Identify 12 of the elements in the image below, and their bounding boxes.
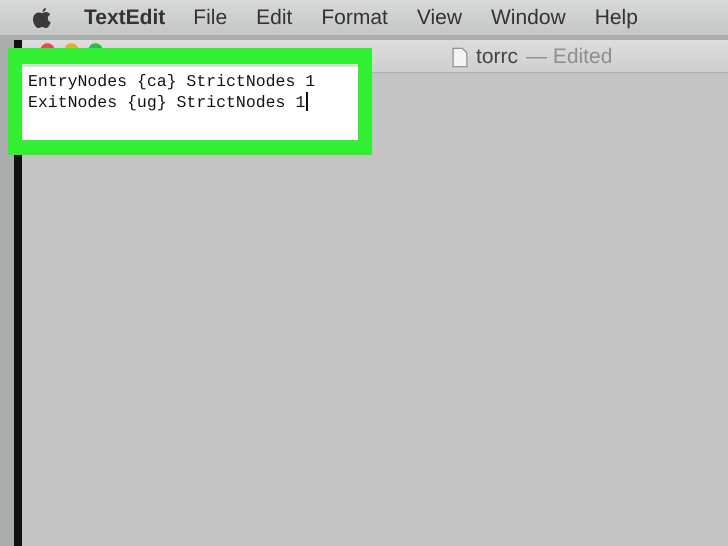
menu-item[interactable]: Window bbox=[490, 6, 566, 30]
app-menu[interactable]: TextEdit bbox=[84, 6, 166, 30]
menu-item[interactable]: Format bbox=[321, 6, 388, 30]
menu-item[interactable]: Edit bbox=[256, 6, 292, 30]
window-title: torrc bbox=[476, 45, 518, 69]
text-line: ExitNodes {ug} StrictNodes 1 bbox=[28, 92, 352, 113]
menu-item[interactable]: Help bbox=[594, 6, 638, 30]
menu-item[interactable]: View bbox=[416, 6, 462, 30]
edited-status: — Edited bbox=[526, 45, 612, 69]
text-area[interactable]: EntryNodes {ca} StrictNodes 1 ExitNodes {ug} StrictNodes 1 bbox=[22, 64, 358, 140]
menu-item[interactable]: File bbox=[193, 6, 228, 30]
text-line: EntryNodes {ca} StrictNodes 1 bbox=[28, 71, 316, 92]
